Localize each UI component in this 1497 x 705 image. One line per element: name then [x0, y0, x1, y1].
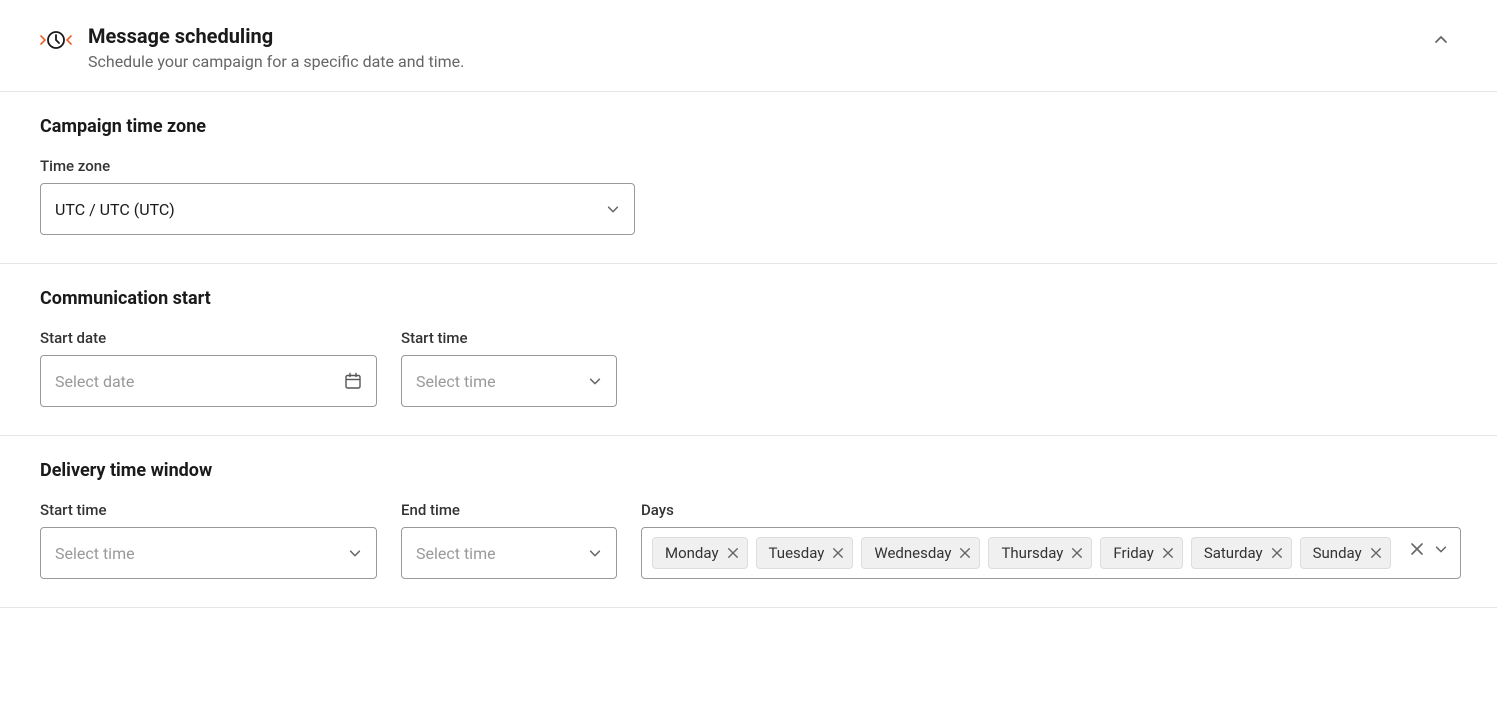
remove-tag-button[interactable] [727, 547, 739, 559]
header-title: Message scheduling [88, 24, 1425, 48]
remove-tag-button[interactable] [1162, 547, 1174, 559]
chevron-down-icon [606, 202, 620, 216]
day-tag-label: Sunday [1313, 544, 1362, 562]
timezone-select[interactable]: UTC / UTC (UTC) [40, 183, 635, 235]
chevron-up-icon [1433, 32, 1449, 48]
remove-tag-button[interactable] [1271, 547, 1283, 559]
day-tag-label: Friday [1113, 544, 1153, 562]
start-time-placeholder: Select time [416, 372, 496, 391]
day-tag: Wednesday [861, 537, 980, 569]
start-date-label: Start date [40, 329, 377, 347]
clock-icon [40, 28, 72, 52]
day-tag: Monday [652, 537, 748, 569]
timezone-section-title: Campaign time zone [40, 116, 1457, 137]
day-tag: Sunday [1300, 537, 1391, 569]
header-subtitle: Schedule your campaign for a specific da… [88, 52, 1425, 71]
remove-tag-button[interactable] [959, 547, 971, 559]
delivery-end-time-placeholder: Select time [416, 544, 496, 563]
timezone-section: Campaign time zone Time zone UTC / UTC (… [0, 92, 1497, 264]
day-tag-label: Tuesday [769, 544, 825, 562]
section-header: Message scheduling Schedule your campaig… [0, 0, 1497, 92]
day-tag: Tuesday [756, 537, 854, 569]
days-multiselect[interactable]: Monday Tuesday Wednesday Thursday Friday Satu… [641, 527, 1461, 579]
delivery-end-time-select[interactable]: Select time [401, 527, 617, 579]
delivery-start-time-select[interactable]: Select time [40, 527, 377, 579]
delivery-start-time-placeholder: Select time [55, 544, 135, 563]
day-tag-label: Wednesday [874, 544, 951, 562]
day-tag-label: Thursday [1001, 544, 1063, 562]
chevron-down-icon [588, 546, 602, 560]
chevron-down-icon [588, 374, 602, 388]
day-tag: Thursday [988, 537, 1092, 569]
delivery-end-time-label: End time [401, 501, 617, 519]
remove-tag-button[interactable] [1370, 547, 1382, 559]
start-time-label: Start time [401, 329, 617, 347]
start-time-select[interactable]: Select time [401, 355, 617, 407]
chevron-down-icon [348, 546, 362, 560]
remove-tag-button[interactable] [832, 547, 844, 559]
day-tag: Friday [1100, 537, 1182, 569]
start-date-placeholder: Select date [55, 372, 134, 391]
delivery-window-title: Delivery time window [40, 460, 1457, 481]
timezone-value: UTC / UTC (UTC) [55, 200, 175, 219]
day-tag: Saturday [1191, 537, 1292, 569]
chevron-down-icon [1434, 542, 1448, 556]
communication-start-section: Communication start Start date Select da… [0, 264, 1497, 436]
delivery-window-section: Delivery time window Start time Select t… [0, 436, 1497, 608]
collapse-button[interactable] [1425, 24, 1457, 56]
start-date-input[interactable]: Select date [40, 355, 377, 407]
day-tag-label: Monday [665, 544, 719, 562]
days-label: Days [641, 501, 1461, 519]
clear-all-button[interactable] [1410, 542, 1424, 556]
timezone-label: Time zone [40, 157, 1457, 175]
delivery-start-time-label: Start time [40, 501, 377, 519]
calendar-icon [344, 372, 362, 390]
communication-start-title: Communication start [40, 288, 1457, 309]
remove-tag-button[interactable] [1071, 547, 1083, 559]
day-tag-label: Saturday [1204, 544, 1263, 562]
